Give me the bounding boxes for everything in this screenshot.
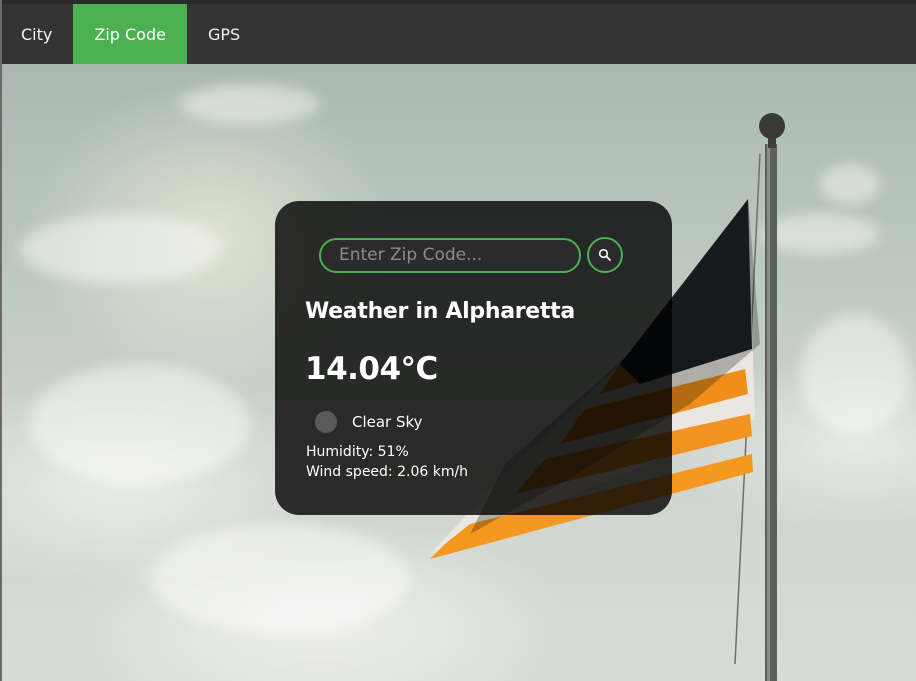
weather-title: Weather in Alpharetta [305, 299, 575, 324]
search-button[interactable] [587, 237, 623, 273]
flagpole-neck [768, 138, 776, 148]
flagpole [765, 144, 777, 681]
wind-speed: Wind speed: 2.06 km/h [306, 464, 469, 480]
weather-description: Clear Sky [352, 413, 423, 431]
weather-icon [315, 411, 337, 433]
search-icon [598, 248, 611, 261]
tab-zip-code[interactable]: Zip Code [73, 4, 187, 64]
search-bar [319, 237, 623, 273]
top-nav: City Zip Code GPS [0, 0, 916, 64]
humidity: Humidity: 51% [306, 444, 409, 460]
weather-description-row: Clear Sky [315, 411, 423, 433]
tab-city[interactable]: City [0, 4, 73, 64]
flagpole-highlight [767, 144, 770, 681]
temperature: 14.04°C [305, 351, 438, 387]
window-edge [0, 0, 2, 681]
tab-gps[interactable]: GPS [187, 4, 261, 64]
flagpole-finial [759, 113, 785, 139]
weather-card: Weather in Alpharetta 14.04°C Clear Sky … [275, 201, 672, 515]
zip-code-input[interactable] [319, 237, 581, 273]
